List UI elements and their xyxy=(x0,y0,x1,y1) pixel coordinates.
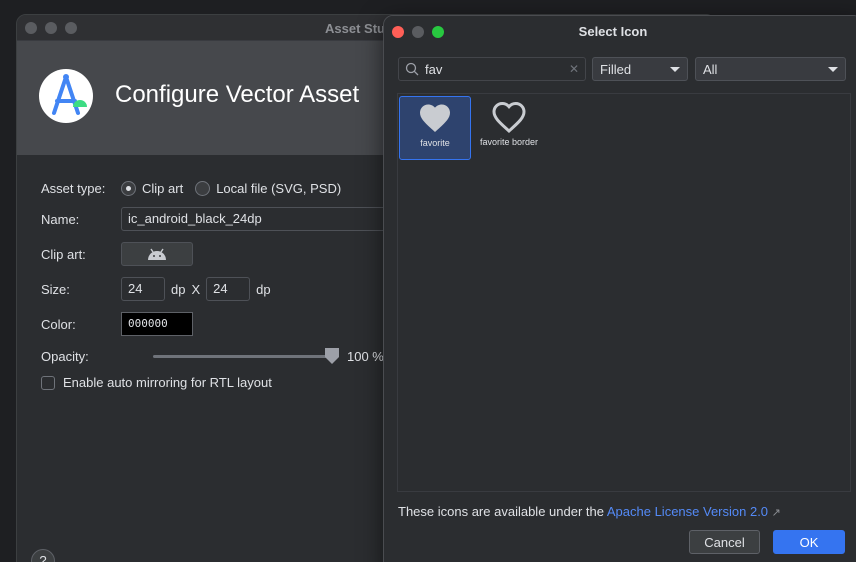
icon-tile-favorite-border[interactable]: favorite border xyxy=(473,96,545,160)
clip-art-label: Clip art: xyxy=(41,246,86,262)
color-row: Color: 000000 xyxy=(41,312,193,336)
icon-label: favorite xyxy=(420,138,450,148)
opacity-slider-track[interactable] xyxy=(153,355,331,358)
width-field[interactable]: 24 xyxy=(121,277,165,301)
android-studio-logo xyxy=(39,69,93,123)
opacity-label: Opacity: xyxy=(41,348,89,364)
chevron-down-icon xyxy=(828,66,838,72)
height-field[interactable]: 24 xyxy=(206,277,251,301)
size-label: Size: xyxy=(41,281,70,297)
style-dropdown-value: Filled xyxy=(600,61,632,77)
category-dropdown[interactable]: All xyxy=(695,57,846,81)
style-dropdown[interactable]: Filled xyxy=(592,57,688,81)
clip-art-row: Clip art: xyxy=(41,242,193,266)
icon-tile-favorite[interactable]: favorite xyxy=(399,96,471,160)
auto-mirror-row: Enable auto mirroring for RTL layout xyxy=(41,375,272,390)
asset-type-label: Asset type: xyxy=(41,181,106,196)
clear-search-icon[interactable]: ✕ xyxy=(569,62,579,76)
clip-art-button[interactable] xyxy=(121,242,193,266)
height-unit: dp xyxy=(256,281,271,297)
dialog-title: Select Icon xyxy=(578,24,648,39)
local-file-radio-label[interactable]: Local file (SVG, PSD) xyxy=(216,181,341,196)
search-input[interactable]: fav xyxy=(425,62,569,77)
chevron-down-icon xyxy=(670,66,680,72)
category-dropdown-value: All xyxy=(703,61,718,77)
select-icon-titlebar: Select Icon xyxy=(384,16,856,46)
asset-type-row: Asset type: Clip art Local file (SVG, PS… xyxy=(41,181,353,196)
name-row: Name: ic_android_black_24dp xyxy=(41,207,401,231)
select-icon-dialog: Select Icon fav ✕ Filled All favorite fa… xyxy=(383,15,856,562)
heart-outline-icon xyxy=(492,101,526,134)
license-notice: These icons are available under the Apac… xyxy=(398,504,781,519)
external-link-icon[interactable]: ↗ xyxy=(772,507,781,519)
opacity-row: Opacity: 100 % xyxy=(41,346,401,366)
name-label: Name: xyxy=(41,211,80,227)
license-link[interactable]: Apache License Version 2.0 xyxy=(607,504,768,519)
auto-mirror-checkbox[interactable] xyxy=(41,375,55,390)
icon-label: favorite border xyxy=(479,137,539,147)
clip-art-radio[interactable] xyxy=(121,181,136,196)
zoom-window-button[interactable] xyxy=(65,22,77,34)
ok-button[interactable]: OK xyxy=(773,530,845,554)
close-window-button[interactable] xyxy=(25,22,37,34)
cancel-button[interactable]: Cancel xyxy=(689,530,760,554)
size-separator: X xyxy=(191,281,201,297)
auto-mirror-label[interactable]: Enable auto mirroring for RTL layout xyxy=(63,375,272,390)
width-unit: dp xyxy=(171,281,186,297)
page-title: Configure Vector Asset xyxy=(115,81,360,108)
license-text: These icons are available under the xyxy=(398,504,604,519)
color-swatch[interactable]: 000000 xyxy=(121,312,193,336)
search-icon xyxy=(405,62,419,76)
minimize-window-button[interactable] xyxy=(45,22,57,34)
size-row: Size: 24 dp X 24 dp xyxy=(41,277,271,301)
color-label: Color: xyxy=(41,316,76,332)
search-box[interactable]: fav ✕ xyxy=(398,57,586,81)
name-field[interactable]: ic_android_black_24dp xyxy=(121,207,401,231)
icon-grid: favorite favorite border xyxy=(397,93,851,492)
opacity-value: 100 % xyxy=(347,348,384,364)
heart-filled-icon xyxy=(420,104,450,133)
clip-art-radio-label[interactable]: Clip art xyxy=(142,181,183,196)
opacity-slider-thumb[interactable] xyxy=(325,348,339,364)
help-button[interactable]: ? xyxy=(31,549,55,562)
android-icon xyxy=(148,248,166,260)
local-file-radio[interactable] xyxy=(195,181,211,196)
